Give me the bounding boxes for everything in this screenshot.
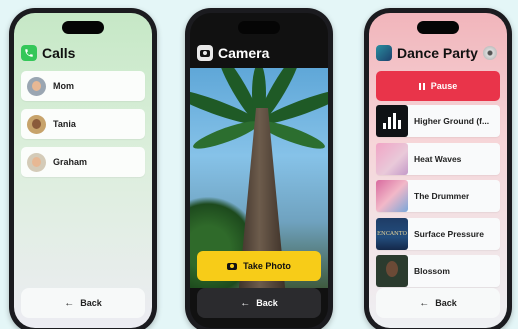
song-item[interactable]: Blossom: [376, 255, 500, 287]
contact-list: Mom Tania Graham: [21, 71, 145, 185]
camera-shutter-icon: [227, 262, 238, 270]
phone-calls: Calls Mom Tania Graham ← Back: [9, 8, 157, 329]
playlist-icon: [376, 45, 392, 61]
dynamic-island: [62, 21, 104, 34]
take-photo-button[interactable]: Take Photo: [197, 251, 321, 281]
contact-tania[interactable]: Tania: [21, 109, 145, 139]
page-title: Calls: [42, 45, 76, 61]
song-title: Higher Ground (f...: [414, 116, 490, 126]
pause-icon: [418, 82, 425, 90]
camera-icon: [197, 45, 213, 61]
page-title: Camera: [218, 45, 270, 61]
back-label: Back: [256, 298, 278, 308]
song-list: Higher Ground (f... Heat Waves The Drumm…: [376, 105, 500, 293]
dynamic-island: [417, 21, 459, 34]
pause-label: Pause: [430, 81, 458, 91]
arrow-left-icon: ←: [64, 297, 75, 309]
back-label: Back: [435, 298, 457, 308]
calls-header: Calls: [21, 42, 148, 64]
avatar: [27, 152, 46, 172]
avatar: [27, 76, 46, 96]
contact-mom[interactable]: Mom: [21, 71, 145, 101]
pause-button[interactable]: Pause: [376, 71, 500, 101]
contact-name: Tania: [53, 119, 76, 129]
arrow-left-icon: ←: [240, 297, 251, 309]
music-header: Dance Party: [376, 42, 503, 64]
camera-header: Camera: [197, 42, 324, 64]
album-art: [376, 142, 408, 175]
back-button[interactable]: ← Back: [21, 288, 145, 318]
calls-screen: Calls Mom Tania Graham ← Back: [14, 13, 152, 328]
song-title: The Drummer: [414, 191, 470, 201]
back-label: Back: [80, 298, 102, 308]
song-title: Surface Pressure: [414, 228, 484, 239]
song-item[interactable]: ENCANTO Surface Pressure: [376, 217, 500, 250]
song-item[interactable]: Heat Waves: [376, 142, 500, 175]
take-photo-label: Take Photo: [243, 261, 291, 271]
phone-icon: [21, 45, 37, 61]
dynamic-island: [238, 21, 280, 34]
song-title: Blossom: [414, 266, 450, 276]
album-art: [376, 255, 408, 287]
back-button[interactable]: ← Back: [197, 288, 321, 318]
page-title: Dance Party: [397, 45, 478, 61]
arrow-left-icon: ←: [419, 297, 430, 309]
song-item[interactable]: The Drummer: [376, 180, 500, 212]
camera-screen: Camera Take Photo ← Back: [190, 13, 328, 328]
back-button[interactable]: ← Back: [376, 288, 500, 318]
album-art: ENCANTO: [376, 217, 408, 250]
contact-name: Graham: [53, 157, 88, 167]
song-item[interactable]: Higher Ground (f...: [376, 105, 500, 137]
phone-camera: Camera Take Photo ← Back: [185, 8, 333, 329]
contact-graham[interactable]: Graham: [21, 147, 145, 177]
avatar: [27, 114, 46, 134]
album-art: [376, 180, 408, 212]
phone-music: Dance Party Pause Higher Ground (f... He…: [364, 8, 512, 329]
music-screen: Dance Party Pause Higher Ground (f... He…: [369, 13, 507, 328]
song-title: Heat Waves: [414, 153, 462, 164]
contact-name: Mom: [53, 81, 74, 91]
album-art: [376, 105, 408, 137]
disc-icon: [482, 46, 497, 60]
